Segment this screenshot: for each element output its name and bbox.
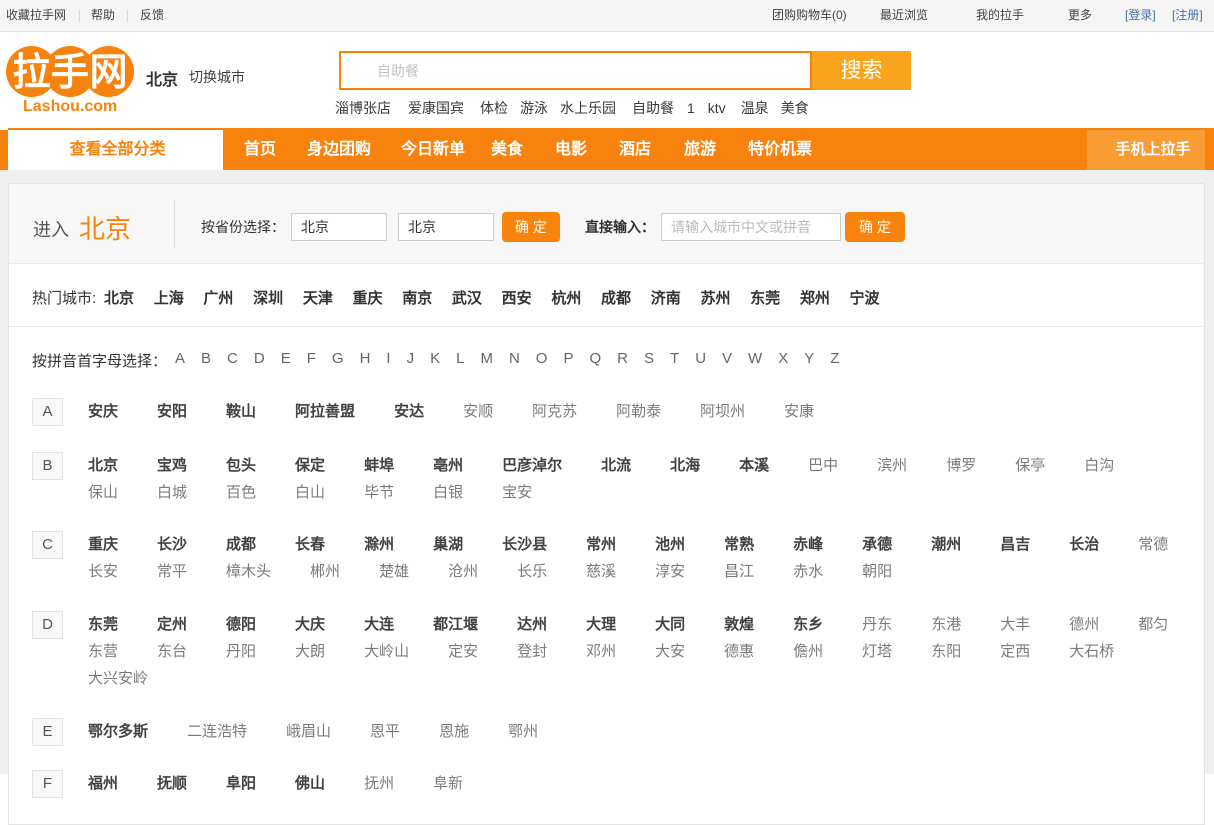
svg-text:网: 网	[89, 52, 127, 94]
svg-text:拉: 拉	[12, 52, 50, 94]
svg-text:手: 手	[51, 52, 89, 94]
